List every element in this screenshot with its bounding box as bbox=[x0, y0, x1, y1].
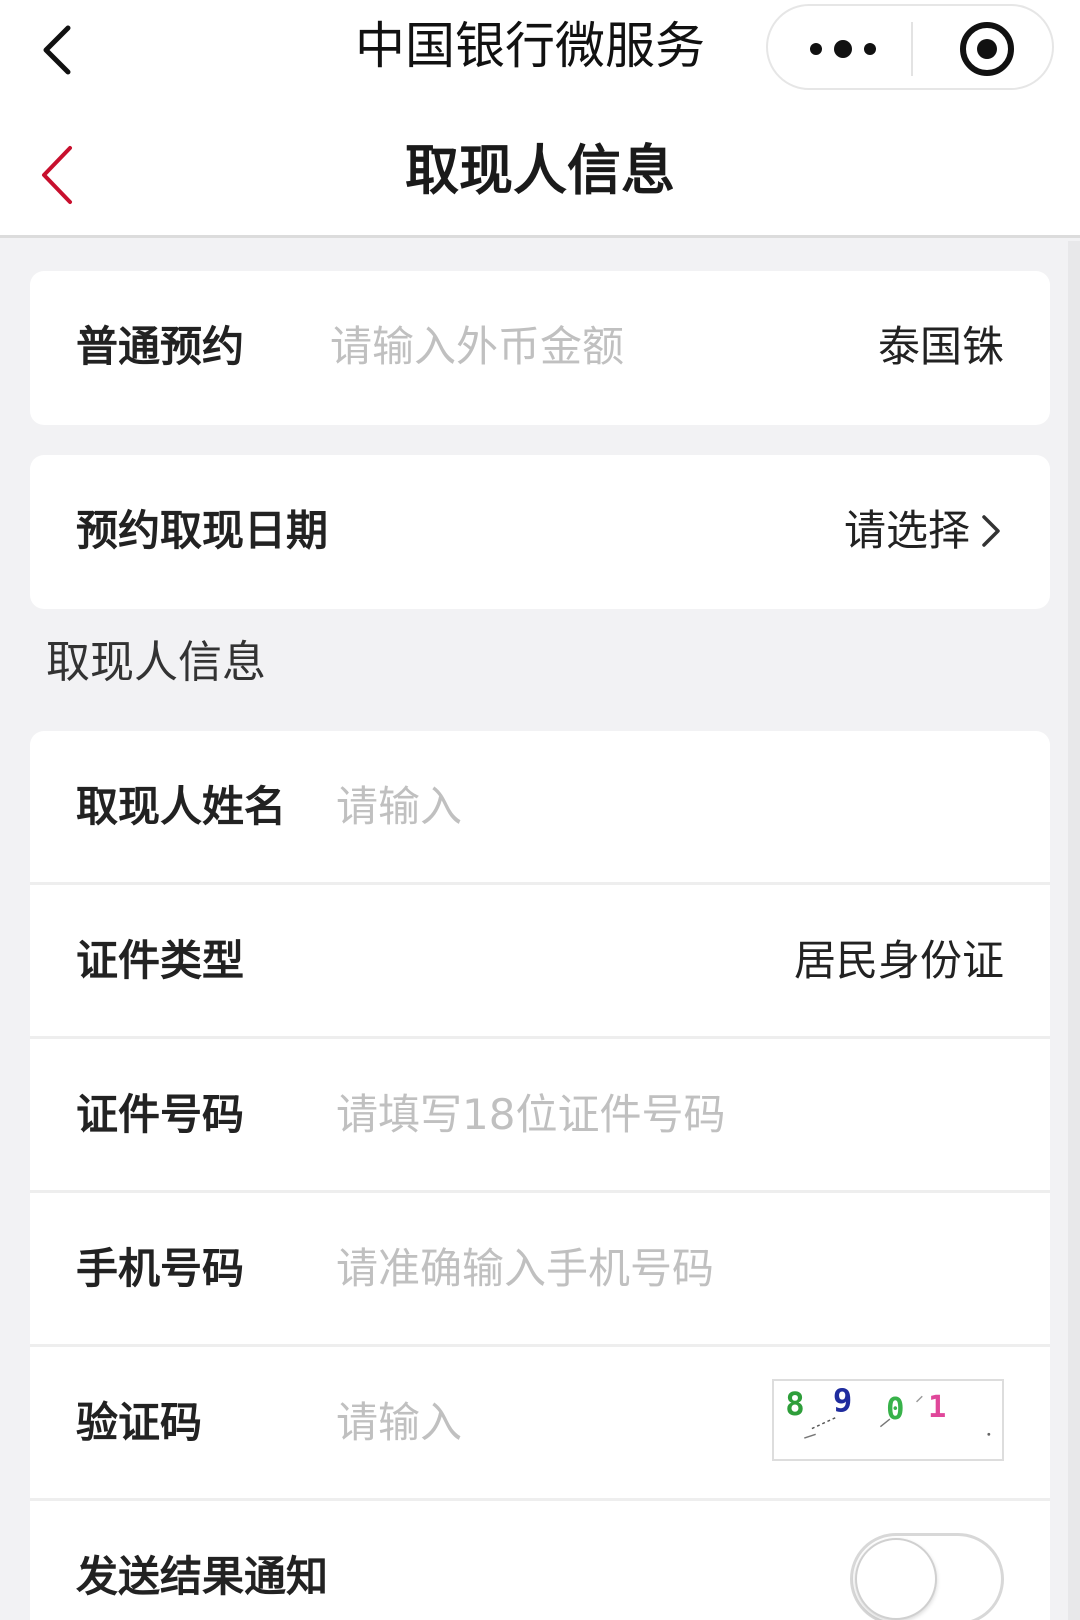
name-label: 取现人姓名 bbox=[76, 782, 287, 831]
captcha-input[interactable] bbox=[336, 1393, 716, 1453]
date-card[interactable]: 预约取现日期 请选择 bbox=[30, 455, 1050, 609]
phone-row: 手机号码 bbox=[30, 1193, 1050, 1347]
system-bar: 中国银行微服务 bbox=[0, 0, 1080, 100]
captcha-image[interactable]: 8 9 0 1 bbox=[772, 1379, 1004, 1461]
notify-toggle[interactable] bbox=[850, 1533, 1004, 1620]
booking-label: 普通预约 bbox=[76, 322, 245, 371]
id-number-label: 证件号码 bbox=[76, 1090, 245, 1139]
captcha-row: 验证码 8 9 0 1 bbox=[30, 1347, 1050, 1501]
page-title: 取现人信息 bbox=[405, 139, 675, 202]
id-number-input[interactable] bbox=[336, 1085, 936, 1145]
captcha-label: 验证码 bbox=[76, 1398, 203, 1447]
notify-label: 发送结果通知 bbox=[76, 1552, 329, 1601]
id-type-value[interactable]: 居民身份证 bbox=[794, 931, 1004, 991]
phone-input[interactable] bbox=[336, 1239, 936, 1299]
person-card: 取现人姓名 证件类型 居民身份证 证件号码 手机号码 验证码 8 9 0 1 bbox=[30, 731, 1050, 1620]
name-row: 取现人姓名 bbox=[30, 731, 1050, 885]
page-header: 取现人信息 bbox=[0, 100, 1080, 238]
date-row[interactable]: 预约取现日期 请选择 bbox=[30, 455, 1050, 609]
booking-card: 普通预约 泰国铢 bbox=[30, 271, 1050, 425]
id-type-label: 证件类型 bbox=[76, 936, 245, 985]
date-select-text: 请选择 bbox=[843, 506, 970, 555]
date-label: 预约取现日期 bbox=[76, 506, 329, 555]
name-input[interactable] bbox=[336, 777, 796, 837]
captcha-char: 0 bbox=[886, 1392, 904, 1427]
captcha-char: 9 bbox=[833, 1381, 852, 1419]
captcha-char: 8 bbox=[785, 1385, 804, 1423]
currency-value[interactable]: 泰国铢 bbox=[878, 317, 1004, 377]
amount-input[interactable] bbox=[330, 317, 790, 377]
target-close-icon[interactable] bbox=[958, 20, 1016, 78]
capsule-menu bbox=[766, 4, 1054, 90]
chevron-right-icon bbox=[982, 515, 1000, 547]
phone-label: 手机号码 bbox=[76, 1244, 245, 1293]
section-title: 取现人信息 bbox=[46, 637, 266, 688]
more-dots-icon[interactable] bbox=[798, 24, 888, 74]
amount-row: 普通预约 泰国铢 bbox=[30, 271, 1050, 425]
notify-row: 发送结果通知 bbox=[30, 1501, 1050, 1620]
form-content: 普通预约 泰国铢 预约取现日期 请选择 取现人信息 取现人姓名 证件类型 居民身… bbox=[0, 241, 1080, 1620]
capsule-divider bbox=[911, 22, 913, 76]
date-value[interactable]: 请选择 bbox=[844, 501, 1004, 561]
toggle-knob bbox=[855, 1538, 937, 1620]
scrollbar[interactable] bbox=[1068, 241, 1080, 1620]
id-type-row[interactable]: 证件类型 居民身份证 bbox=[30, 885, 1050, 1039]
id-number-row: 证件号码 bbox=[30, 1039, 1050, 1193]
captcha-char: 1 bbox=[928, 1390, 946, 1425]
